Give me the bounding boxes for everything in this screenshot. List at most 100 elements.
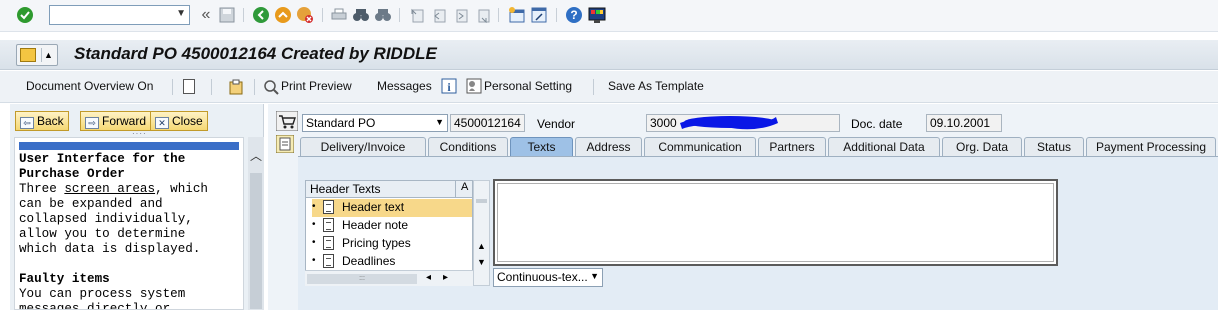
print-preview-icon xyxy=(263,79,279,98)
doc-date-field[interactable]: 09.10.2001 xyxy=(926,114,1002,132)
system-menu-button[interactable]: ▲ xyxy=(16,44,58,66)
tree-vertical-scrollbar[interactable]: ▲ ▼ xyxy=(473,180,490,286)
cancel-icon[interactable] xyxy=(296,6,314,24)
shopping-cart-icon[interactable] xyxy=(275,110,299,134)
document-overview-button[interactable]: Document Overview On xyxy=(26,79,153,93)
back-icon[interactable] xyxy=(252,6,270,24)
help-line: can be expanded and xyxy=(19,197,163,211)
document-icon xyxy=(323,200,334,214)
close-button[interactable]: ✕ Close xyxy=(150,111,208,131)
tab-delivery-invoice[interactable]: Delivery/Invoice xyxy=(300,137,426,156)
find-next-icon[interactable] xyxy=(374,6,392,24)
title-bar: ▲ Standard PO 4500012164 Created by RIDD… xyxy=(0,40,1218,70)
scroll-right-icon[interactable]: ▸ xyxy=(443,272,448,283)
tree-item-label: Header text xyxy=(342,200,405,214)
svg-text:?: ? xyxy=(570,8,577,22)
tab-status[interactable]: Status xyxy=(1024,137,1084,156)
help-icon[interactable]: ? xyxy=(565,6,583,24)
doc-date-label: Doc. date xyxy=(851,117,903,131)
save-icon[interactable] xyxy=(218,6,236,24)
help-line: allow you to determine xyxy=(19,227,186,241)
scroll-up-icon[interactable]: ▲ xyxy=(477,241,486,251)
print-preview-button[interactable]: Print Preview xyxy=(281,79,352,93)
tree-item[interactable]: • Deadlines xyxy=(312,253,472,271)
shortcut-icon[interactable] xyxy=(530,6,548,24)
tab-texts[interactable]: Texts xyxy=(510,137,573,156)
chevron-down-icon: ▼ xyxy=(435,117,444,127)
customize-layout-icon[interactable] xyxy=(588,6,606,24)
first-page-icon[interactable] xyxy=(407,6,425,24)
tree-horizontal-scrollbar[interactable]: ::: ◂ ▸ xyxy=(305,270,473,286)
text-format-value: Continuous-tex... xyxy=(497,270,588,284)
close-label: Close xyxy=(172,114,203,128)
application-toolbar: Document Overview On Print Preview Messa… xyxy=(0,71,1218,103)
document-icon xyxy=(323,254,334,268)
help-scrollbar[interactable]: ︿ xyxy=(248,137,264,310)
back-label: Back xyxy=(37,114,64,128)
next-page-icon[interactable] xyxy=(451,6,469,24)
tab-org-data[interactable]: Org. Data xyxy=(942,137,1022,156)
tree-item[interactable]: • Header text xyxy=(312,199,472,217)
bullet-icon: • xyxy=(312,255,316,266)
help-line: which data is displayed. xyxy=(19,242,201,256)
document-icon xyxy=(323,236,334,250)
arrow-left-icon: ⇦ xyxy=(20,117,34,129)
command-field[interactable]: ▼ xyxy=(49,5,190,25)
tab-address[interactable]: Address xyxy=(575,137,642,156)
po-number-field: 4500012164 xyxy=(450,114,525,132)
tab-additional-data[interactable]: Additional Data xyxy=(828,137,940,156)
document-icon xyxy=(323,218,334,232)
help-line: messages directly or xyxy=(19,302,171,310)
toolbar-separator xyxy=(593,79,594,95)
messages-button[interactable]: Messages xyxy=(377,79,432,93)
create-document-icon[interactable] xyxy=(183,79,195,94)
chevron-down-icon: ▲ xyxy=(41,48,55,62)
page-title: Standard PO 4500012164 Created by RIDDLE xyxy=(74,44,437,63)
chevron-down-icon[interactable]: ▼ xyxy=(176,8,186,19)
tree-item[interactable]: • Header note xyxy=(312,217,472,235)
hold-document-icon[interactable] xyxy=(275,134,295,156)
last-page-icon[interactable] xyxy=(473,6,491,24)
enter-icon[interactable] xyxy=(16,6,34,24)
tree-header-label: Header Texts xyxy=(310,182,381,196)
toolbar-separator xyxy=(254,79,255,95)
bullet-icon: • xyxy=(312,237,316,248)
bullet-icon: • xyxy=(312,201,316,212)
tab-conditions[interactable]: Conditions xyxy=(428,137,508,156)
exit-icon[interactable] xyxy=(274,6,292,24)
tree-header: Header Texts xyxy=(305,180,473,198)
back-button[interactable]: ⇦ Back xyxy=(15,111,69,131)
help-line: User Interface for the xyxy=(19,152,186,166)
forward-button[interactable]: ⇨ Forward xyxy=(80,111,152,131)
tree-item[interactable]: • Pricing types xyxy=(312,235,472,253)
tab-partners[interactable]: Partners xyxy=(758,137,826,156)
create-session-icon[interactable] xyxy=(508,6,526,24)
text-editor[interactable] xyxy=(493,179,1058,266)
tree-item-label: Header note xyxy=(342,218,409,232)
text-format-select[interactable]: Continuous-tex... ▼ xyxy=(493,268,603,287)
print-icon[interactable] xyxy=(330,6,348,24)
scroll-thumb[interactable] xyxy=(476,199,487,203)
arrow-right-icon: ⇨ xyxy=(85,117,99,129)
text-editor-area[interactable] xyxy=(497,183,1054,262)
toolbar-separator xyxy=(399,8,400,22)
scroll-left-icon[interactable]: ◂ xyxy=(426,272,431,283)
doc-type-select[interactable]: Standard PO ▼ xyxy=(302,114,448,132)
personal-setting-button[interactable]: Personal Setting xyxy=(484,79,572,93)
tab-communication[interactable]: Communication xyxy=(644,137,756,156)
tab-payment-processing[interactable]: Payment Processing xyxy=(1086,137,1216,156)
save-as-template-button[interactable]: Save As Template xyxy=(608,79,704,93)
previous-page-icon[interactable] xyxy=(429,6,447,24)
scroll-thumb[interactable]: ::: xyxy=(307,274,417,284)
scroll-up-icon[interactable]: ︿ xyxy=(250,147,262,164)
help-line: Faulty items xyxy=(19,272,110,286)
find-icon[interactable] xyxy=(352,6,370,24)
scroll-thumb[interactable] xyxy=(250,173,262,309)
toolbar-separator xyxy=(322,8,323,22)
scroll-down-icon[interactable]: ▼ xyxy=(477,257,486,267)
info-icon[interactable]: i xyxy=(441,78,457,97)
help-link[interactable]: screen areas xyxy=(64,182,155,196)
help-line xyxy=(19,257,239,272)
hold-icon[interactable] xyxy=(228,79,244,98)
back-double-arrow-icon[interactable]: « xyxy=(197,6,215,24)
